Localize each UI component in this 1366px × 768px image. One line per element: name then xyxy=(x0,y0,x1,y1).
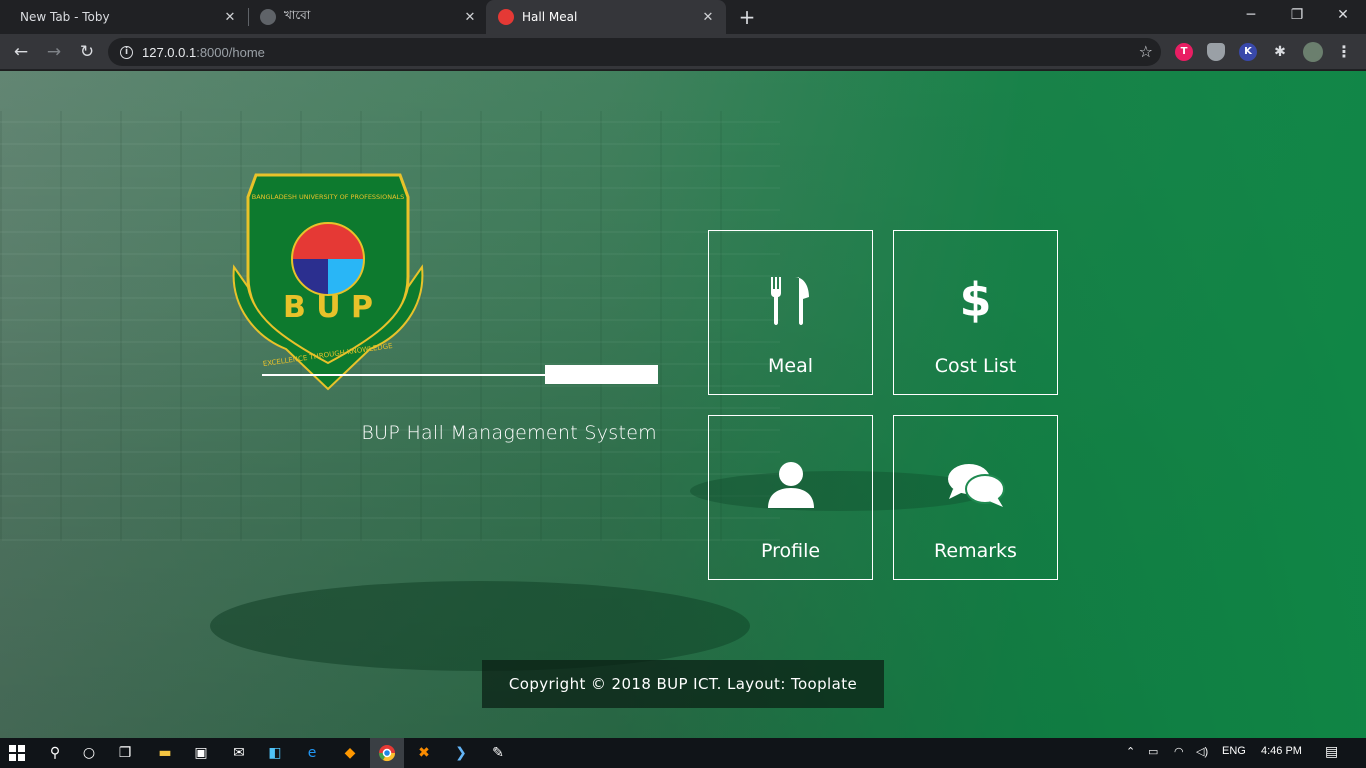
notifications-icon[interactable]: ▤ xyxy=(1325,743,1338,760)
tab-close-icon[interactable]: ✕ xyxy=(462,10,478,25)
meal-tile[interactable]: Meal xyxy=(708,230,873,395)
tab-title: Hall Meal xyxy=(522,10,578,24)
remarks-tile[interactable]: Remarks xyxy=(893,415,1058,580)
language-indicator[interactable]: ENG xyxy=(1222,745,1246,757)
tab-hall-meal[interactable]: Hall Meal ✕ xyxy=(486,0,726,34)
page-body: BANGLADESH UNIVERSITY OF PROFESSIONALS B… xyxy=(0,71,1366,738)
tab-close-icon[interactable]: ✕ xyxy=(222,10,238,25)
tab-new-tab-toby[interactable]: New Tab - Toby ✕ xyxy=(8,0,248,34)
new-tab-button[interactable]: + xyxy=(734,5,760,29)
globe-icon xyxy=(260,9,276,25)
tile-label: Remarks xyxy=(934,540,1017,562)
browser-tabbar: New Tab - Toby ✕ খাবো ✕ Hall Meal ✕ + ─ … xyxy=(0,0,1366,34)
puzzle-extensions-icon[interactable]: ✱ xyxy=(1271,43,1289,61)
file-explorer-icon[interactable]: ▬ xyxy=(150,741,180,765)
svg-text:B U P: B U P xyxy=(283,290,373,325)
clock[interactable]: 4:46 PM xyxy=(1261,745,1302,757)
tile-label: Meal xyxy=(767,355,813,377)
sublime-icon[interactable]: ◆ xyxy=(335,741,365,765)
mail-icon[interactable]: ✉ xyxy=(224,741,254,765)
xampp-icon[interactable]: ✖ xyxy=(409,741,439,765)
volume-icon[interactable]: ◁) xyxy=(1196,745,1208,758)
cost-list-tile[interactable]: $ Cost List xyxy=(893,230,1058,395)
dollar-icon: $ xyxy=(959,273,992,327)
system-title: BUP Hall Management System xyxy=(361,422,657,444)
cortana-icon[interactable]: ○ xyxy=(74,741,104,765)
bup-logo: BANGLADESH UNIVERSITY OF PROFESSIONALS B… xyxy=(232,173,424,391)
bookmark-star-icon[interactable]: ☆ xyxy=(1139,42,1153,61)
footer-copyright: Copyright © 2018 BUP ICT. Layout: Toopla… xyxy=(482,660,884,708)
profile-tile[interactable]: Profile xyxy=(708,415,873,580)
reload-icon[interactable]: ↻ xyxy=(75,40,99,64)
site-info-icon[interactable]: i xyxy=(120,45,133,59)
tile-label: Cost List xyxy=(934,355,1017,377)
tab-title: New Tab - Toby xyxy=(20,10,110,24)
divider-bar xyxy=(545,365,658,384)
powershell-icon[interactable]: ❯ xyxy=(446,741,476,765)
url-text: 127.0.0.1:8000/home xyxy=(142,44,265,60)
profile-avatar[interactable] xyxy=(1303,42,1323,62)
browser-toolbar: ← → ↻ i 127.0.0.1:8000/home ☆ T K ✱ ⋮ xyxy=(0,34,1366,70)
toby-extension-icon[interactable]: T xyxy=(1175,43,1193,61)
tab-title: খাবো xyxy=(284,8,311,22)
windows-start-icon[interactable] xyxy=(2,741,32,765)
paint-icon[interactable]: ✎ xyxy=(483,741,513,765)
task-view-icon[interactable]: ❐ xyxy=(110,741,140,765)
back-arrow-icon[interactable]: ← xyxy=(9,40,33,64)
shield-extension-icon[interactable] xyxy=(1207,43,1225,61)
tray-chevron-icon[interactable]: ⌃ xyxy=(1126,745,1135,758)
hall-meal-favicon-icon xyxy=(498,9,514,25)
app-icon[interactable]: ◧ xyxy=(260,741,290,765)
search-icon[interactable]: ⚲ xyxy=(40,741,70,765)
minimize-button[interactable]: ─ xyxy=(1228,0,1274,30)
restore-button[interactable]: ❐ xyxy=(1274,0,1320,30)
green-overlay xyxy=(0,71,1366,738)
divider-line xyxy=(262,374,546,376)
k-extension-icon[interactable]: K xyxy=(1239,43,1257,61)
wifi-icon[interactable]: ◠ xyxy=(1174,745,1184,758)
utensils-icon xyxy=(769,271,813,329)
chrome-icon[interactable] xyxy=(370,738,404,768)
comments-icon xyxy=(947,456,1005,514)
battery-icon[interactable]: ▭ xyxy=(1148,745,1158,758)
tab-khabo[interactable]: খাবো ✕ xyxy=(248,0,488,34)
menu-kebab-icon[interactable]: ⋮ xyxy=(1335,43,1353,61)
address-bar[interactable]: i 127.0.0.1:8000/home ☆ xyxy=(108,38,1161,66)
store-icon[interactable]: ▣ xyxy=(186,741,216,765)
windows-taskbar: ⚲ ○ ❐ ▬ ▣ ✉ ◧ e ◆ ✖ ❯ ✎ ⌃ ▭ ◠ ◁) ENG 4:4… xyxy=(0,738,1366,768)
svg-text:BANGLADESH UNIVERSITY OF PROFE: BANGLADESH UNIVERSITY OF PROFESSIONALS xyxy=(252,193,405,201)
edge-icon[interactable]: e xyxy=(297,741,327,765)
user-icon xyxy=(766,456,816,514)
tile-label: Profile xyxy=(760,540,821,562)
forward-arrow-icon[interactable]: → xyxy=(42,40,66,64)
tab-close-icon[interactable]: ✕ xyxy=(700,10,716,25)
close-window-button[interactable]: ✕ xyxy=(1320,0,1366,30)
